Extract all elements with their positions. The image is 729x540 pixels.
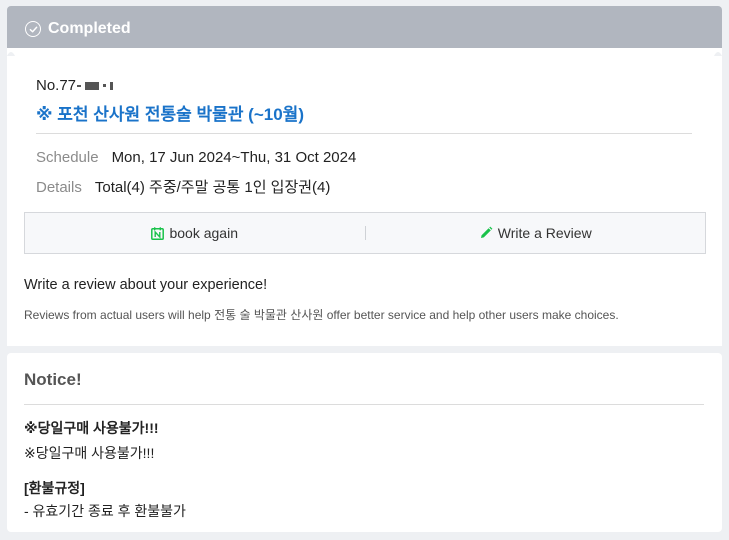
notice-line: - 유효기간 종료 후 환불불가: [24, 503, 186, 519]
notice-card: Notice! ※당일구매 사용불가!!! ※당일구매 사용불가!!! [환불규…: [7, 353, 722, 532]
notice-title: Notice!: [24, 370, 82, 389]
booking-card: No.77 ※ 포천 산사원 전통술 박물관 (~10월) Schedule Mo…: [7, 56, 722, 346]
review-heading: Write a review about your experience!: [24, 277, 268, 293]
details-label: Details: [36, 179, 82, 196]
details-value: Total(4) 주중/주말 공통 1인 입장권(4): [94, 179, 331, 196]
notice-line: ※당일구매 사용불가!!!: [24, 420, 159, 436]
calendar-n-icon: [151, 226, 165, 240]
details-row: Details Total(4) 주중/주말 공통 1인 입장권(4): [36, 176, 330, 197]
notice-line: [환불규정]: [24, 480, 85, 496]
divider: [36, 133, 692, 134]
book-again-button[interactable]: book again: [25, 213, 365, 253]
schedule-label: Schedule: [36, 149, 99, 166]
write-review-button[interactable]: Write a Review: [366, 213, 706, 253]
schedule-value: Mon, 17 Jun 2024~Thu, 31 Oct 2024: [111, 149, 357, 166]
write-review-label: Write a Review: [497, 225, 592, 241]
notice-line: ※당일구매 사용불가!!!: [24, 445, 155, 461]
action-bar: book again Write a Review: [24, 212, 706, 254]
status-label: Completed: [48, 20, 131, 37]
masked-digits: [77, 81, 114, 90]
check-circle-icon: [25, 21, 41, 37]
divider: [24, 404, 704, 405]
review-subtext: Reviews from actual users will help 전통 술…: [24, 308, 619, 322]
schedule-row: Schedule Mon, 17 Jun 2024~Thu, 31 Oct 202…: [36, 149, 356, 166]
product-title[interactable]: ※ 포천 산사원 전통술 박물관 (~10월): [36, 100, 304, 125]
ticket-scallop-edge: [7, 48, 722, 56]
book-again-label: book again: [169, 225, 238, 241]
order-number: No.77: [36, 77, 114, 94]
status-banner: Completed: [7, 6, 722, 52]
pencil-icon: [479, 226, 493, 240]
